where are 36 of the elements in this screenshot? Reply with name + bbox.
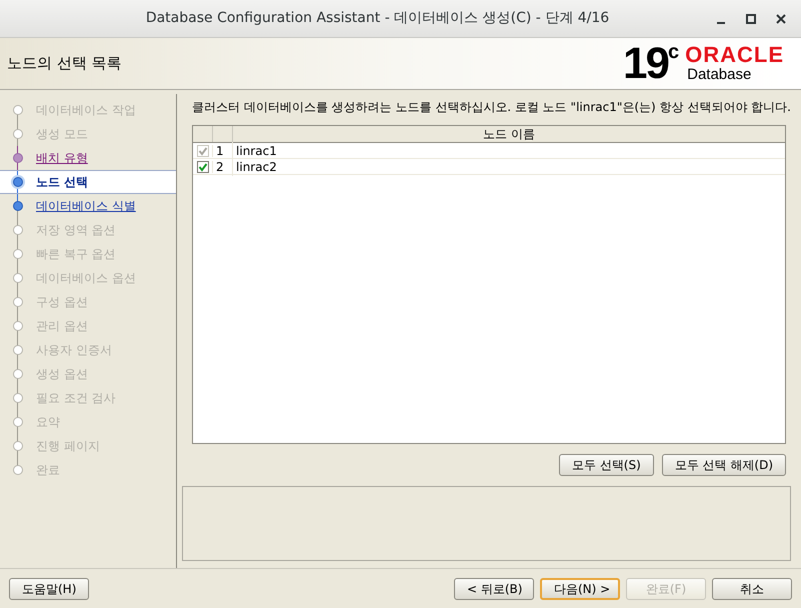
brand-logo: ORACLE bbox=[685, 44, 784, 66]
step-label: 완료 bbox=[36, 462, 60, 479]
select-button[interactable]: 모두 선택(S) bbox=[558, 454, 654, 476]
window-title: Database Configuration Assistant - 데이터베이스 생성(C) - 단계 4/16 bbox=[144, 9, 610, 28]
step-label: 생성 옵션 bbox=[36, 366, 88, 383]
step-label[interactable]: 데이터베이스 식별 bbox=[36, 197, 136, 215]
step-label: 요약 bbox=[36, 414, 60, 431]
step-label: 저장 영역 옵션 bbox=[36, 222, 116, 239]
node-name: linrac2 bbox=[235, 158, 277, 176]
step-label[interactable]: 배치 유형 bbox=[36, 149, 88, 167]
nav-button[interactable]: 다음(N) > bbox=[540, 578, 620, 600]
step-label: 생성 모드 bbox=[36, 126, 88, 143]
row-checkbox[interactable] bbox=[196, 160, 209, 172]
select-button[interactable]: 모두 선택 해제(D) bbox=[662, 454, 786, 476]
step-label: 필요 조건 검사 bbox=[36, 390, 116, 407]
row-number: 1 bbox=[213, 142, 234, 160]
page-title: 노드의 선택 목록 bbox=[7, 53, 122, 74]
node-name: linrac1 bbox=[235, 142, 277, 160]
step-label: 데이터베이스 작업 bbox=[36, 102, 136, 119]
version-superscript: c bbox=[668, 42, 680, 62]
nav-button[interactable]: < 뒤로(B) bbox=[454, 578, 534, 600]
step-label: 노드 선택 bbox=[36, 174, 88, 191]
nav-button[interactable]: 취소 bbox=[712, 578, 792, 600]
step-label: 구성 옵션 bbox=[36, 294, 88, 311]
step-label: 데이터베이스 옵션 bbox=[36, 270, 136, 287]
instruction-text: 클러스터 데이터베이스를 생성하려는 노드를 선택하십시오. 로컬 노드 "linrac1"은(는) 항상 선택되어야 합니다. bbox=[191, 99, 791, 116]
step-label: 사용자 인증서 bbox=[36, 342, 112, 359]
step-label: 빠른 복구 옵션 bbox=[36, 246, 116, 263]
close-icon[interactable] bbox=[775, 12, 787, 24]
step-label: 진행 페이지 bbox=[36, 438, 100, 455]
help-button[interactable]: 도움말(H) bbox=[9, 578, 89, 600]
product-name: Database bbox=[686, 66, 752, 84]
row-number: 2 bbox=[213, 158, 234, 176]
step-label: 관리 옵션 bbox=[36, 318, 88, 335]
maximize-icon[interactable] bbox=[745, 12, 757, 24]
version-number: 19 bbox=[623, 42, 668, 86]
